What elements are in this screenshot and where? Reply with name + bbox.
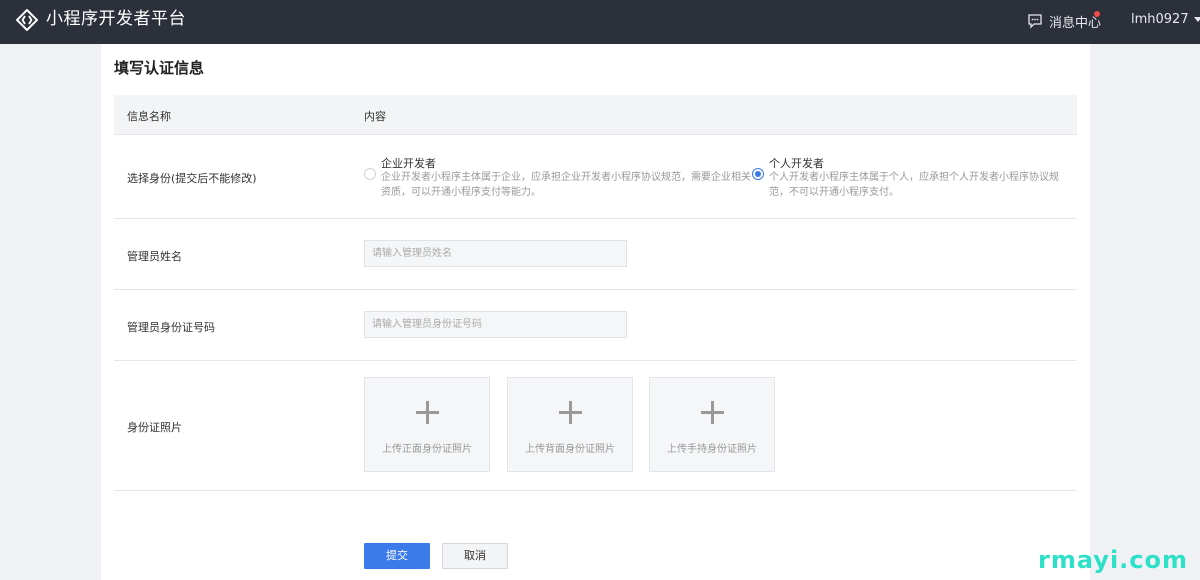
chat-bubble-icon [1028, 14, 1042, 29]
upload-front-id[interactable]: 上传正面身份证照片 [364, 377, 490, 472]
admin-id-input[interactable]: 请输入管理员身份证号码 [364, 311, 627, 338]
site-watermark: rmayi.com [1038, 546, 1189, 574]
radio-personal[interactable] [752, 168, 764, 180]
username: lmh0927 [1131, 12, 1189, 27]
admin-name-input[interactable]: 请输入管理员姓名 [364, 240, 627, 267]
cancel-button[interactable]: 取消 [442, 543, 508, 569]
top-navbar: 小程序开发者平台 消息中心 lmh0927 [0, 0, 1200, 44]
upload-label: 上传背面身份证照片 [525, 444, 615, 455]
plus-icon-bar [416, 411, 439, 414]
col-header-name: 信息名称 [127, 110, 171, 123]
id-photos-row: 身份证照片 上传正面身份证照片 上传背面身份证照片 上传手持身份证照片 [114, 361, 1077, 491]
caret-down-icon [1193, 17, 1200, 22]
upload-back-id[interactable]: 上传背面身份证照片 [507, 377, 633, 472]
admin-id-label: 管理员身份证号码 [127, 321, 215, 334]
option-description: 个人开发者小程序主体属于个人，应承担个人开发者小程序协议规范，不可以开通小程序支… [769, 172, 1059, 198]
table-header: 信息名称 内容 [114, 95, 1077, 135]
message-center-link[interactable]: 消息中心 [1027, 11, 1101, 31]
upload-handheld-id[interactable]: 上传手持身份证照片 [649, 377, 775, 472]
platform-title: 小程序开发者平台 [46, 9, 186, 29]
main-panel: 填写认证信息 信息名称 内容 选择身份(提交后不能修改) 企业开发者 企业开发者… [101, 44, 1090, 580]
radio-enterprise[interactable] [364, 168, 376, 180]
notification-dot [1094, 11, 1100, 17]
upload-label: 上传正面身份证照片 [382, 444, 472, 455]
option-description: 企业开发者小程序主体属于企业，应承担企业开发者小程序协议规范，需要企业相关资质，… [381, 172, 751, 198]
user-menu[interactable]: lmh0927 [1131, 12, 1200, 27]
identity-row: 选择身份(提交后不能修改) 企业开发者 企业开发者小程序主体属于企业，应承担企业… [114, 135, 1077, 219]
upload-label: 上传手持身份证照片 [667, 444, 757, 455]
admin-name-row: 管理员姓名 请输入管理员姓名 [114, 219, 1077, 290]
submit-button[interactable]: 提交 [364, 543, 430, 569]
identity-label: 选择身份(提交后不能修改) [127, 172, 257, 185]
col-header-content: 内容 [364, 110, 386, 123]
admin-name-label: 管理员姓名 [127, 250, 182, 263]
page-title: 填写认证信息 [114, 59, 205, 77]
option-title: 个人开发者 [769, 157, 824, 170]
plus-icon-bar [701, 411, 724, 414]
mini-program-logo-icon [16, 9, 38, 31]
option-title: 企业开发者 [381, 157, 436, 170]
admin-id-row: 管理员身份证号码 请输入管理员身份证号码 [114, 290, 1077, 361]
id-photos-label: 身份证照片 [127, 421, 182, 434]
plus-icon-bar [559, 411, 582, 414]
